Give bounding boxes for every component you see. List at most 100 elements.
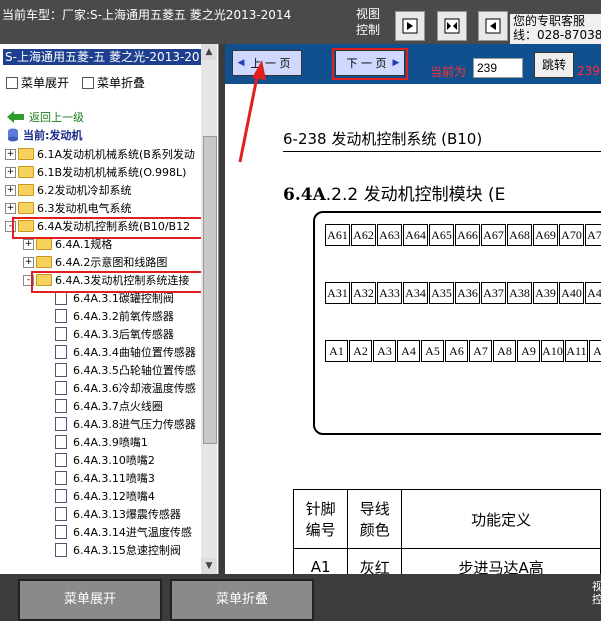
collapse-checkbox-icon: [82, 76, 94, 89]
section-heading: 6-238 发动机控制系统 (B10): [283, 130, 483, 148]
current-car-model: 当前车型：厂家:S-上海通用五菱五 菱之光2013-2014: [2, 8, 292, 22]
tree-item[interactable]: 6.4A.3.4曲轴位置传感器: [55, 344, 196, 360]
back-label: 返回上一级: [29, 111, 84, 124]
tree-item-label: 6.1B发动机机械系统(O.998L): [37, 166, 187, 179]
pin-label: A38: [507, 282, 532, 304]
bottom-expand-button[interactable]: 菜单展开: [18, 579, 162, 621]
tree-item[interactable]: 6.4A.3.5凸轮轴位置传感: [55, 362, 196, 378]
scroll-down-icon[interactable]: ▼: [201, 558, 217, 574]
document-icon: [55, 399, 67, 413]
tree-item[interactable]: 6.4A.3.14进气温度传感: [55, 524, 192, 540]
tree-item[interactable]: 6.4A.3.2前氧传感器: [55, 308, 174, 324]
tree-item-label: 6.4A.3.10喷嘴2: [73, 454, 155, 467]
page-nav-bar: ◀ 上 一 页 下 一 页 ▶ 当前为 跳转 239: [225, 44, 601, 84]
folder-icon: [18, 166, 34, 178]
heading-rule: [283, 151, 601, 152]
menu-expand-control[interactable]: 菜单展开: [6, 74, 69, 91]
expand-node-icon[interactable]: +: [5, 166, 16, 178]
document-icon: [55, 543, 67, 557]
tree-item-label: 6.4A.3.11喷嘴3: [73, 472, 155, 485]
total-pages: 239: [577, 64, 600, 78]
service-line-1: 您的专职客服: [513, 14, 586, 28]
next-page-label: 下 一 页: [346, 57, 387, 70]
folder-icon: [18, 184, 34, 196]
pin-label: A1: [325, 340, 348, 362]
tree-item[interactable]: +6.3发动机电气系统: [5, 200, 132, 216]
tree-item[interactable]: 6.4A.3.11喷嘴3: [55, 470, 155, 486]
view-left-button[interactable]: [478, 11, 508, 41]
tree-item-label: 6.4A.3.4曲轴位置传感器: [73, 346, 196, 359]
document-icon: [55, 345, 67, 359]
expand-node-icon[interactable]: +: [23, 256, 34, 268]
tree-item-label: 6.4A.3.14进气温度传感: [73, 526, 192, 539]
pin-row: A1A2A3A4A5A6A7A8A9A10A11A1: [325, 340, 601, 362]
tree-item[interactable]: 6.4A.3.9喷嘴1: [55, 434, 148, 450]
table-cell: A1: [292, 548, 349, 574]
expand-node-icon[interactable]: +: [23, 238, 34, 250]
pin-label: A41: [585, 282, 601, 304]
tree-item-label: 6.4A.2示意图和线路图: [55, 256, 168, 269]
pin-label: A37: [481, 282, 506, 304]
pin-row: A61A62A63A64A65A66A67A68A69A70A71A7: [325, 224, 601, 246]
highlight-box-connector: [31, 271, 210, 293]
single-pane-icon: [402, 18, 418, 34]
table-header-row: 针脚 编号 导线 颜色 功能定义: [292, 489, 601, 549]
page-number-input[interactable]: [473, 58, 523, 78]
tree-item-label: 6.3发动机电气系统: [37, 202, 132, 215]
tree-item-label: 6.4A.3.15怠速控制阀: [73, 544, 181, 557]
jump-button[interactable]: 跳转: [534, 52, 574, 78]
tree-item[interactable]: +6.1B发动机机械系统(O.998L): [5, 164, 186, 180]
tree-item[interactable]: 6.4A.3.6冷却液温度传感: [55, 380, 196, 396]
document-icon: [55, 507, 67, 521]
document-icon: [55, 471, 67, 485]
pin-label: A71: [585, 224, 601, 246]
service-line-2: 线：028-87038: [513, 28, 601, 42]
pin-label: A39: [533, 282, 558, 304]
view-single-button[interactable]: [395, 11, 425, 41]
next-page-button[interactable]: 下 一 页 ▶: [335, 50, 405, 76]
pin-label: A66: [455, 224, 480, 246]
expand-node-icon[interactable]: +: [5, 148, 16, 160]
pin-table: 针脚 编号导线 颜色功能定义A1灰红步进马达A高A2红黄步进马达A低: [292, 489, 601, 574]
expand-node-icon[interactable]: +: [5, 202, 16, 214]
customer-service: 您的专职客服 线：028-87038: [510, 14, 601, 44]
tree-item[interactable]: 6.4A.3.8进气压力传感器: [55, 416, 196, 432]
tree-item-label: 6.4A.3.7点火线圈: [73, 400, 163, 413]
menu-expand-label: 菜单展开: [21, 76, 70, 90]
pin-label: A65: [429, 224, 454, 246]
tree-item[interactable]: 6.4A.3.15怠速控制阀: [55, 542, 181, 558]
pin-label: A6: [445, 340, 468, 362]
table-header: 针脚 编号: [292, 489, 349, 549]
tree-item[interactable]: 6.4A.3.3后氧传感器: [55, 326, 174, 342]
tree-item[interactable]: +6.1A发动机机械系统(B系列发动: [5, 146, 195, 162]
bottom-collapse-button[interactable]: 菜单折叠: [170, 579, 314, 621]
module-heading: 6.4A.2.2 发动机控制模块 (E: [283, 180, 505, 205]
tree-item[interactable]: +6.2发动机冷却系统: [5, 182, 132, 198]
back-link[interactable]: 返回上一级: [7, 109, 84, 125]
scroll-thumb[interactable]: [203, 136, 217, 444]
triangle-right-icon: ▶: [392, 58, 400, 68]
highlight-box-control-system: [12, 217, 210, 239]
tree-item[interactable]: 6.4A.3.7点火线圈: [55, 398, 163, 414]
menu-collapse-control[interactable]: 菜单折叠: [82, 74, 145, 91]
bottom-view-control[interactable]: 视控: [592, 580, 601, 606]
tree-item-label: 6.4A.3.9喷嘴1: [73, 436, 148, 449]
expand-node-icon[interactable]: +: [5, 184, 16, 196]
tree-scrollbar[interactable]: ▲ ▼: [201, 44, 217, 574]
view-dual-button[interactable]: [437, 11, 467, 41]
tree-item[interactable]: 6.4A.3.10喷嘴2: [55, 452, 155, 468]
table-cell: 步进马达A高: [401, 548, 601, 574]
tree-item[interactable]: 6.4A.3.13爆震传感器: [55, 506, 181, 522]
red-annotation-arrow-icon: [238, 60, 266, 163]
tree-item-label: 6.4A.3.8进气压力传感器: [73, 418, 196, 431]
document-icon: [55, 435, 67, 449]
scroll-up-icon[interactable]: ▲: [201, 44, 217, 60]
tree-item[interactable]: 6.4A.3.12喷嘴4: [55, 488, 155, 504]
tree-item[interactable]: +6.4A.2示意图和线路图: [23, 254, 167, 270]
folder-icon: [18, 202, 34, 214]
pin-label: A69: [533, 224, 558, 246]
pin-label: A63: [377, 224, 402, 246]
pin-label: A40: [559, 282, 584, 304]
document-icon: [55, 417, 67, 431]
pin-label: A9: [517, 340, 540, 362]
